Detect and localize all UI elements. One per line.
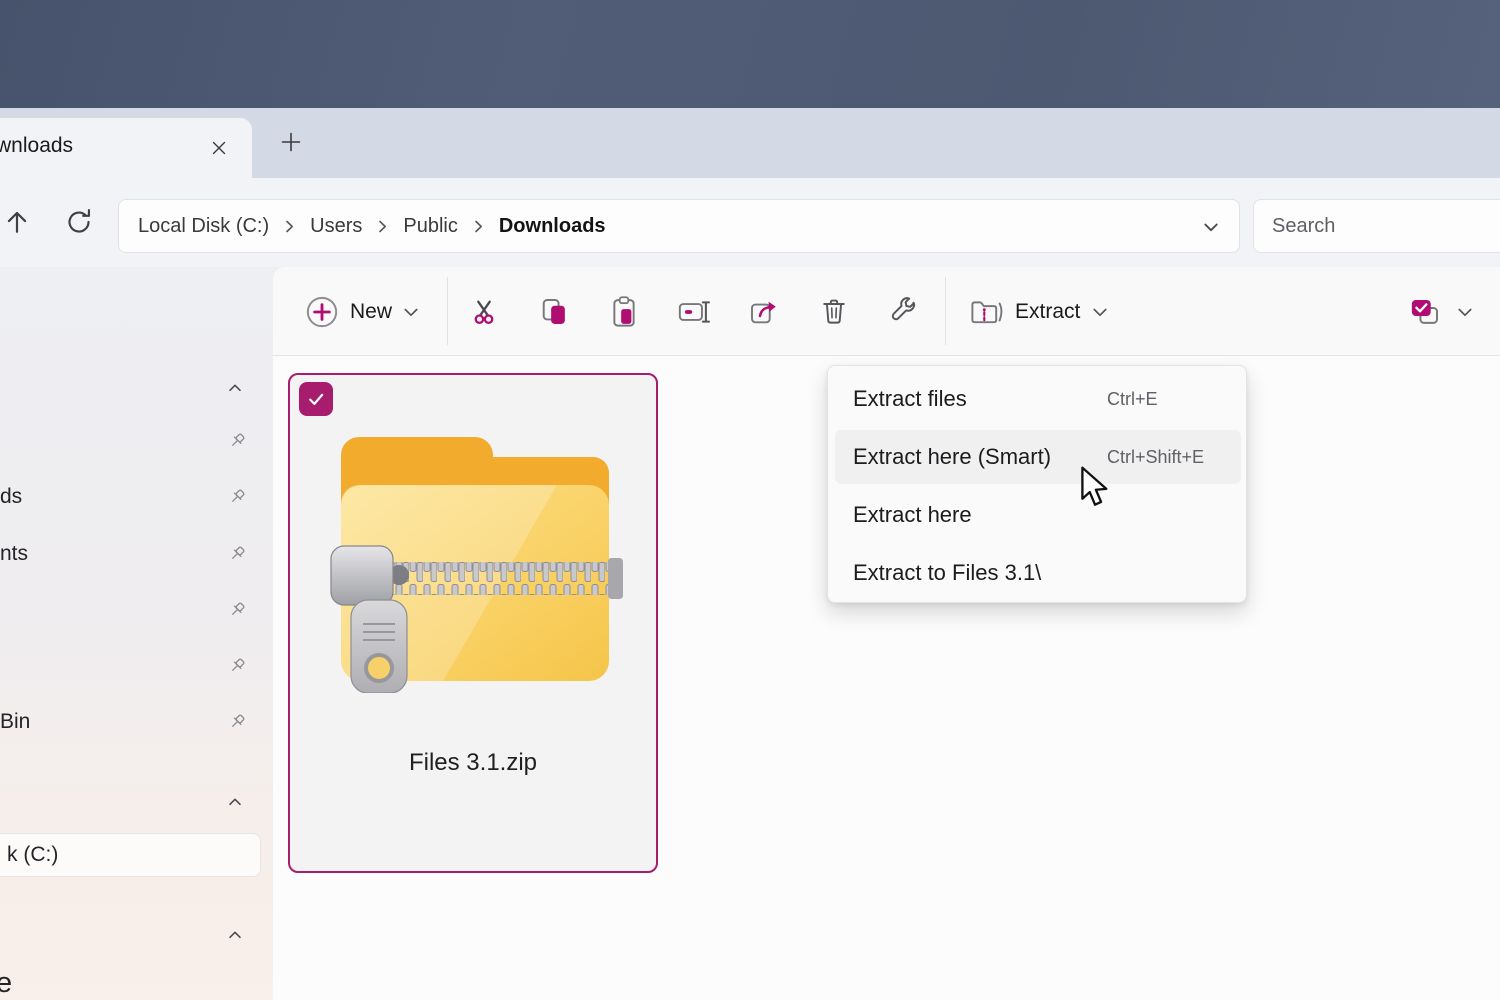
pin-icon[interactable] (228, 545, 246, 563)
toolbar: New (273, 267, 1500, 356)
close-icon (211, 140, 227, 156)
extract-button[interactable]: Extract (967, 285, 1132, 339)
share-button[interactable] (740, 288, 788, 336)
files-app-window: wnloads Local Disk (C: (0, 0, 1500, 1000)
sidebar-section-collapse-button[interactable] (224, 380, 246, 396)
menu-item-label: Extract files (853, 386, 967, 412)
pin-icon[interactable] (228, 488, 246, 506)
search-box (1253, 199, 1500, 253)
sidebar-item-label: k (C:) (7, 843, 58, 867)
chevron-down-icon (403, 304, 419, 320)
tab-strip: wnloads (0, 108, 1500, 178)
rename-button[interactable] (670, 288, 718, 336)
sidebar-item-local-disk[interactable]: k (C:) (0, 833, 261, 877)
paste-button[interactable] (600, 288, 648, 336)
view-options-dropdown-button[interactable] (1450, 295, 1480, 329)
pin-icon[interactable] (228, 657, 246, 675)
wrench-icon (889, 297, 919, 327)
cut-button[interactable] (460, 288, 508, 336)
plus-icon (280, 131, 302, 153)
tab-title: wnloads (0, 134, 73, 158)
toolbar-separator (447, 277, 448, 345)
chevron-right-icon (473, 219, 484, 234)
file-name-label: Files 3.1.zip (290, 749, 656, 777)
navigate-up-button[interactable] (0, 206, 34, 238)
tab-close-button[interactable] (205, 134, 233, 162)
chevron-up-icon (225, 928, 245, 942)
trash-icon (819, 296, 849, 328)
check-icon (305, 388, 327, 410)
sidebar-item-label[interactable]: ds (0, 485, 22, 509)
refresh-icon (63, 206, 95, 238)
menu-item-extract-here[interactable]: Extract here (835, 488, 1241, 542)
desktop-wallpaper (0, 0, 1500, 108)
refresh-button[interactable] (60, 206, 98, 238)
chevron-down-icon (1203, 219, 1219, 235)
tab-downloads[interactable]: wnloads (0, 118, 252, 178)
folder-zip-icon (969, 297, 1003, 327)
navigation-bar: Local Disk (C:) Users Public Downloads (0, 178, 1500, 267)
plus-circle-icon (305, 295, 339, 329)
new-tab-button[interactable] (278, 129, 304, 155)
view-options-button[interactable] (1401, 288, 1449, 336)
extract-dropdown-menu: Extract files Ctrl+E Extract here (Smart… (827, 365, 1247, 603)
arrow-up-icon (2, 207, 32, 237)
chevron-right-icon (377, 219, 388, 234)
extract-button-label: Extract (1015, 300, 1080, 324)
address-dropdown-button[interactable] (1197, 213, 1225, 241)
menu-item-label: Extract here (853, 502, 972, 528)
menu-item-shortcut: Ctrl+E (1107, 389, 1158, 410)
sidebar-item-label[interactable]: nts (0, 542, 28, 566)
rename-icon (677, 297, 711, 327)
new-button[interactable]: New (295, 285, 435, 339)
sidebar-item-label[interactable]: e (0, 967, 12, 1000)
copy-icon (539, 296, 569, 328)
sidebar-section-collapse-button[interactable] (224, 927, 246, 943)
breadcrumb-local-disk[interactable]: Local Disk (C:) (138, 215, 269, 238)
mouse-cursor (1080, 466, 1110, 508)
selection-checkbox[interactable] (299, 382, 333, 416)
pin-icon[interactable] (228, 713, 246, 731)
zip-folder-icon (325, 423, 625, 693)
menu-item-shortcut: Ctrl+Shift+E (1107, 447, 1204, 468)
checkbox-view-icon (1409, 297, 1441, 327)
address-bar[interactable]: Local Disk (C:) Users Public Downloads (118, 199, 1240, 253)
file-tile-zip[interactable]: Files 3.1.zip (288, 373, 658, 873)
menu-item-extract-files[interactable]: Extract files Ctrl+E (835, 372, 1241, 426)
menu-item-label: Extract here (Smart) (853, 444, 1051, 470)
toolbar-separator (945, 277, 946, 345)
menu-item-label: Extract to Files 3.1\ (853, 560, 1041, 586)
chevron-right-icon (284, 219, 295, 234)
delete-button[interactable] (810, 288, 858, 336)
breadcrumb-downloads[interactable]: Downloads (499, 215, 606, 238)
sidebar-section-collapse-button[interactable] (224, 794, 246, 810)
breadcrumb-users[interactable]: Users (310, 215, 362, 238)
copy-button[interactable] (530, 288, 578, 336)
chevron-down-icon (1457, 304, 1473, 320)
menu-item-extract-here-smart[interactable]: Extract here (Smart) Ctrl+Shift+E (835, 430, 1241, 484)
menu-item-extract-to-folder[interactable]: Extract to Files 3.1\ (835, 546, 1241, 600)
pin-icon[interactable] (228, 601, 246, 619)
scissors-icon (468, 296, 500, 328)
clipboard-paste-icon (609, 295, 639, 329)
new-button-label: New (350, 300, 392, 324)
pin-icon[interactable] (228, 432, 246, 450)
share-icon (748, 297, 780, 327)
search-input[interactable] (1254, 200, 1500, 252)
breadcrumb-public[interactable]: Public (403, 215, 457, 238)
chevron-up-icon (225, 795, 245, 809)
tools-button[interactable] (880, 288, 928, 336)
chevron-down-icon (1092, 304, 1108, 320)
chevron-up-icon (225, 381, 245, 395)
sidebar-item-label[interactable]: Bin (0, 710, 30, 734)
